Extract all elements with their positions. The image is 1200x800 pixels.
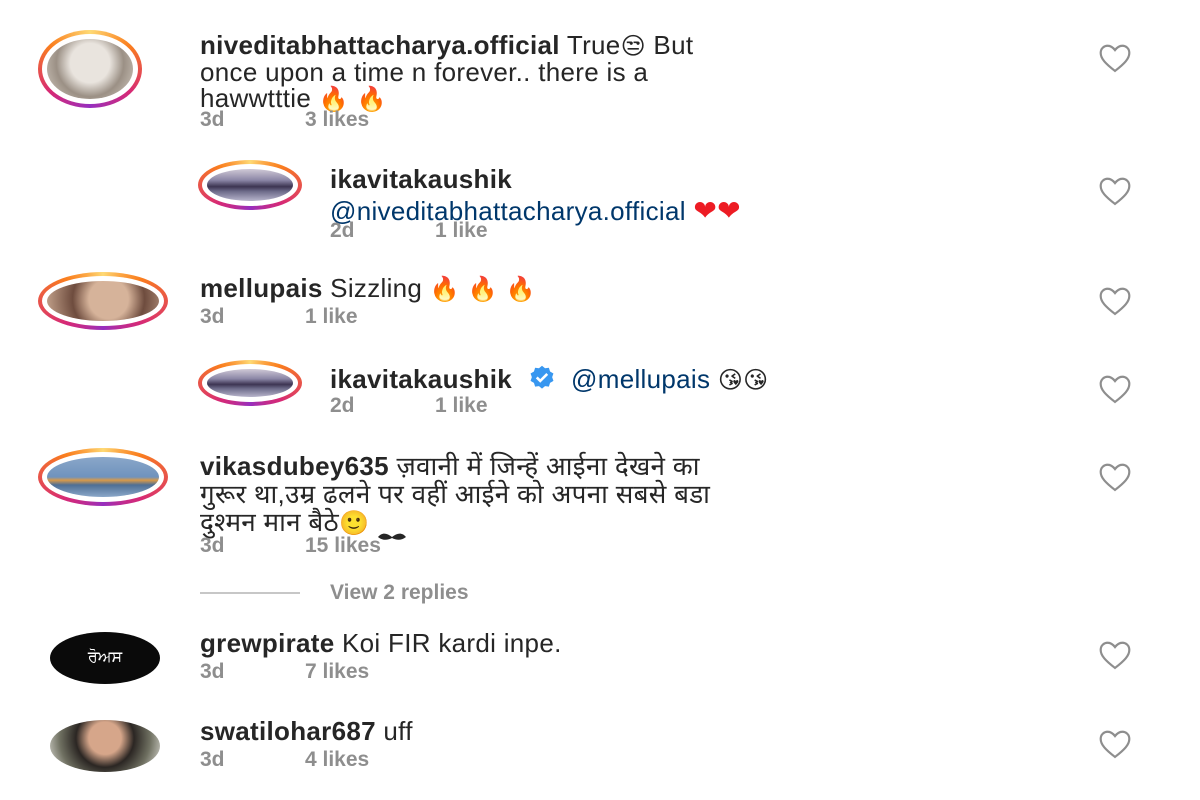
avatar[interactable] [38,30,142,108]
mustache-icon [377,519,407,540]
timestamp: 3d [200,748,225,771]
like-count[interactable]: 1 like [305,305,358,328]
like-count[interactable]: 15 likes [305,534,381,557]
heart-outline-icon[interactable] [1098,462,1132,492]
view-replies-label[interactable]: View 2 replies [330,581,469,605]
kiss-emoji: 😘😘 [717,366,769,394]
username[interactable]: ikavitakaushik [330,164,512,194]
avatar[interactable] [198,360,302,406]
comment-meta: 3d 3 likes [200,108,369,132]
username[interactable]: mellupais [200,273,323,303]
comment-meta: 3d 7 likes [200,660,369,684]
comment-text: mellupais Sizzling 🔥 🔥 🔥 [200,273,537,303]
username[interactable]: vikasdubey635 [200,451,389,481]
comment-meta: 3d 1 like [200,305,358,329]
timestamp: 3d [200,660,225,683]
username[interactable]: niveditabhattacharya.official [200,30,560,60]
comment-meta: 3d 4 likes [200,748,369,772]
like-count[interactable]: 4 likes [305,748,369,771]
heart-outline-icon[interactable] [1098,640,1132,670]
like-count[interactable]: 7 likes [305,660,369,683]
username[interactable]: ikavitakaushik [330,364,512,394]
mention-link[interactable]: @mellupais [571,364,710,394]
comment-meta: 2d 1 like [330,219,488,243]
avatar-text: ਰੋਅਸ [87,649,123,666]
verified-badge-icon [528,364,556,392]
comment-meta: 3d 15 likes [200,534,381,558]
avatar[interactable] [50,720,160,772]
comment-text: swatilohar687 uff [200,716,413,746]
heart-outline-icon[interactable] [1098,374,1132,404]
timestamp: 3d [200,108,225,131]
slight-smile-emoji: 🙂 [338,509,370,537]
comment-text: ikavitakaushik @mellupais 😘😘 [330,364,1070,393]
timestamp: 3d [200,534,225,557]
username[interactable]: grewpirate [200,628,335,658]
timestamp: 3d [200,305,225,328]
heart-outline-icon[interactable] [1098,176,1132,206]
like-count[interactable]: 3 likes [305,108,369,131]
avatar[interactable] [38,448,168,506]
heart-outline-icon[interactable] [1098,43,1132,73]
red-heart-emoji: ❤❤ [693,195,741,226]
comment-text: grewpirate Koi FIR kardi inpe. [200,628,562,658]
fire-emoji: 🔥 🔥 🔥 [429,275,537,303]
timestamp: 2d [330,394,355,417]
avatar[interactable] [38,272,168,330]
heart-outline-icon[interactable] [1098,286,1132,316]
divider [200,592,300,594]
comment-meta: 2d 1 like [330,394,488,418]
avatar[interactable] [198,160,302,210]
comment-text: ikavitakaushik @niveditabhattacharya.off… [330,163,1070,227]
like-count[interactable]: 1 like [435,394,488,417]
username[interactable]: swatilohar687 [200,716,376,746]
avatar[interactable]: ਰੋਅਸ [50,632,160,684]
like-count[interactable]: 1 like [435,219,488,242]
heart-outline-icon[interactable] [1098,729,1132,759]
comment-text: niveditabhattacharya.official True😒 But … [200,30,694,113]
timestamp: 2d [330,219,355,242]
comment-text: vikasdubey635 ज़वानी में जिन्हें आईना दे… [200,451,1080,540]
unamused-emoji: 😒 [620,32,646,60]
